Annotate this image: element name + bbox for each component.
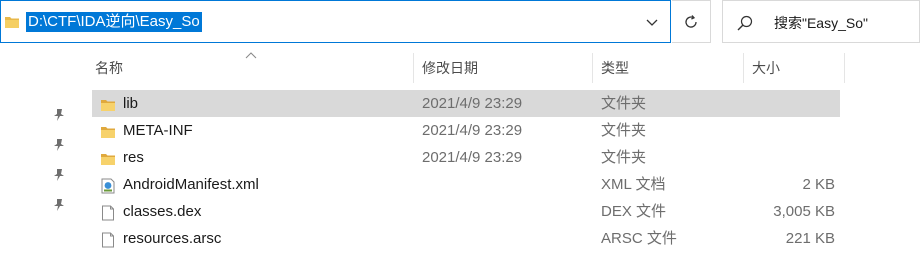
file-row[interactable]: classes.dex DEX 文件 3,005 KB: [92, 198, 840, 225]
sort-up-icon: [245, 46, 257, 64]
refresh-icon: [685, 15, 697, 28]
file-size: 3,005 KB: [773, 203, 835, 220]
refresh-button[interactable]: [672, 0, 711, 43]
file-type: XML 文档: [601, 176, 666, 193]
file-name: res: [123, 149, 144, 166]
file-date: 2021/4/9 23:29: [422, 149, 523, 166]
column-header-type[interactable]: 类型: [601, 53, 629, 83]
column-header-size[interactable]: 大小: [752, 53, 780, 83]
pin-icon[interactable]: [53, 138, 65, 157]
pin-icon[interactable]: [53, 168, 65, 187]
file-name: lib: [123, 95, 139, 112]
file-icon: [100, 230, 116, 257]
column-header-name[interactable]: 名称: [95, 53, 123, 83]
column-divider[interactable]: [743, 53, 744, 83]
chevron-down-icon[interactable]: [645, 15, 659, 34]
column-divider[interactable]: [592, 53, 593, 83]
search-box[interactable]: 搜索"Easy_So": [722, 0, 920, 43]
file-row[interactable]: res 2021/4/9 23:29 文件夹: [92, 144, 840, 171]
pin-icon[interactable]: [53, 198, 65, 217]
folder-icon: [5, 15, 19, 34]
file-row[interactable]: resources.arsc ARSC 文件 221 KB: [92, 225, 840, 252]
file-row[interactable]: META-INF 2021/4/9 23:29 文件夹: [92, 117, 840, 144]
search-icon: [737, 15, 753, 31]
file-name: META-INF: [123, 122, 193, 139]
file-name: resources.arsc: [123, 230, 222, 247]
file-row[interactable]: lib 2021/4/9 23:29 文件夹: [92, 90, 840, 117]
address-bar[interactable]: D:\CTF\IDA逆向\Easy_So: [0, 0, 671, 43]
column-header-date[interactable]: 修改日期: [422, 53, 478, 83]
file-size: 221 KB: [785, 230, 835, 247]
file-name: AndroidManifest.xml: [123, 176, 259, 193]
file-row[interactable]: AndroidManifest.xml XML 文档 2 KB: [92, 171, 840, 198]
address-path[interactable]: D:\CTF\IDA逆向\Easy_So: [26, 12, 202, 32]
file-size: 2 KB: [802, 176, 835, 193]
file-date: 2021/4/9 23:29: [422, 95, 523, 112]
file-type: ARSC 文件: [601, 230, 677, 247]
column-divider[interactable]: [844, 53, 845, 83]
file-date: 2021/4/9 23:29: [422, 122, 523, 139]
file-type: 文件夹: [601, 149, 647, 166]
pin-icon[interactable]: [53, 108, 65, 127]
file-name: classes.dex: [123, 203, 202, 220]
file-type: DEX 文件: [601, 203, 667, 220]
file-type: 文件夹: [601, 95, 647, 112]
search-placeholder[interactable]: 搜索"Easy_So": [774, 13, 868, 33]
column-divider[interactable]: [413, 53, 414, 83]
file-type: 文件夹: [601, 122, 647, 139]
